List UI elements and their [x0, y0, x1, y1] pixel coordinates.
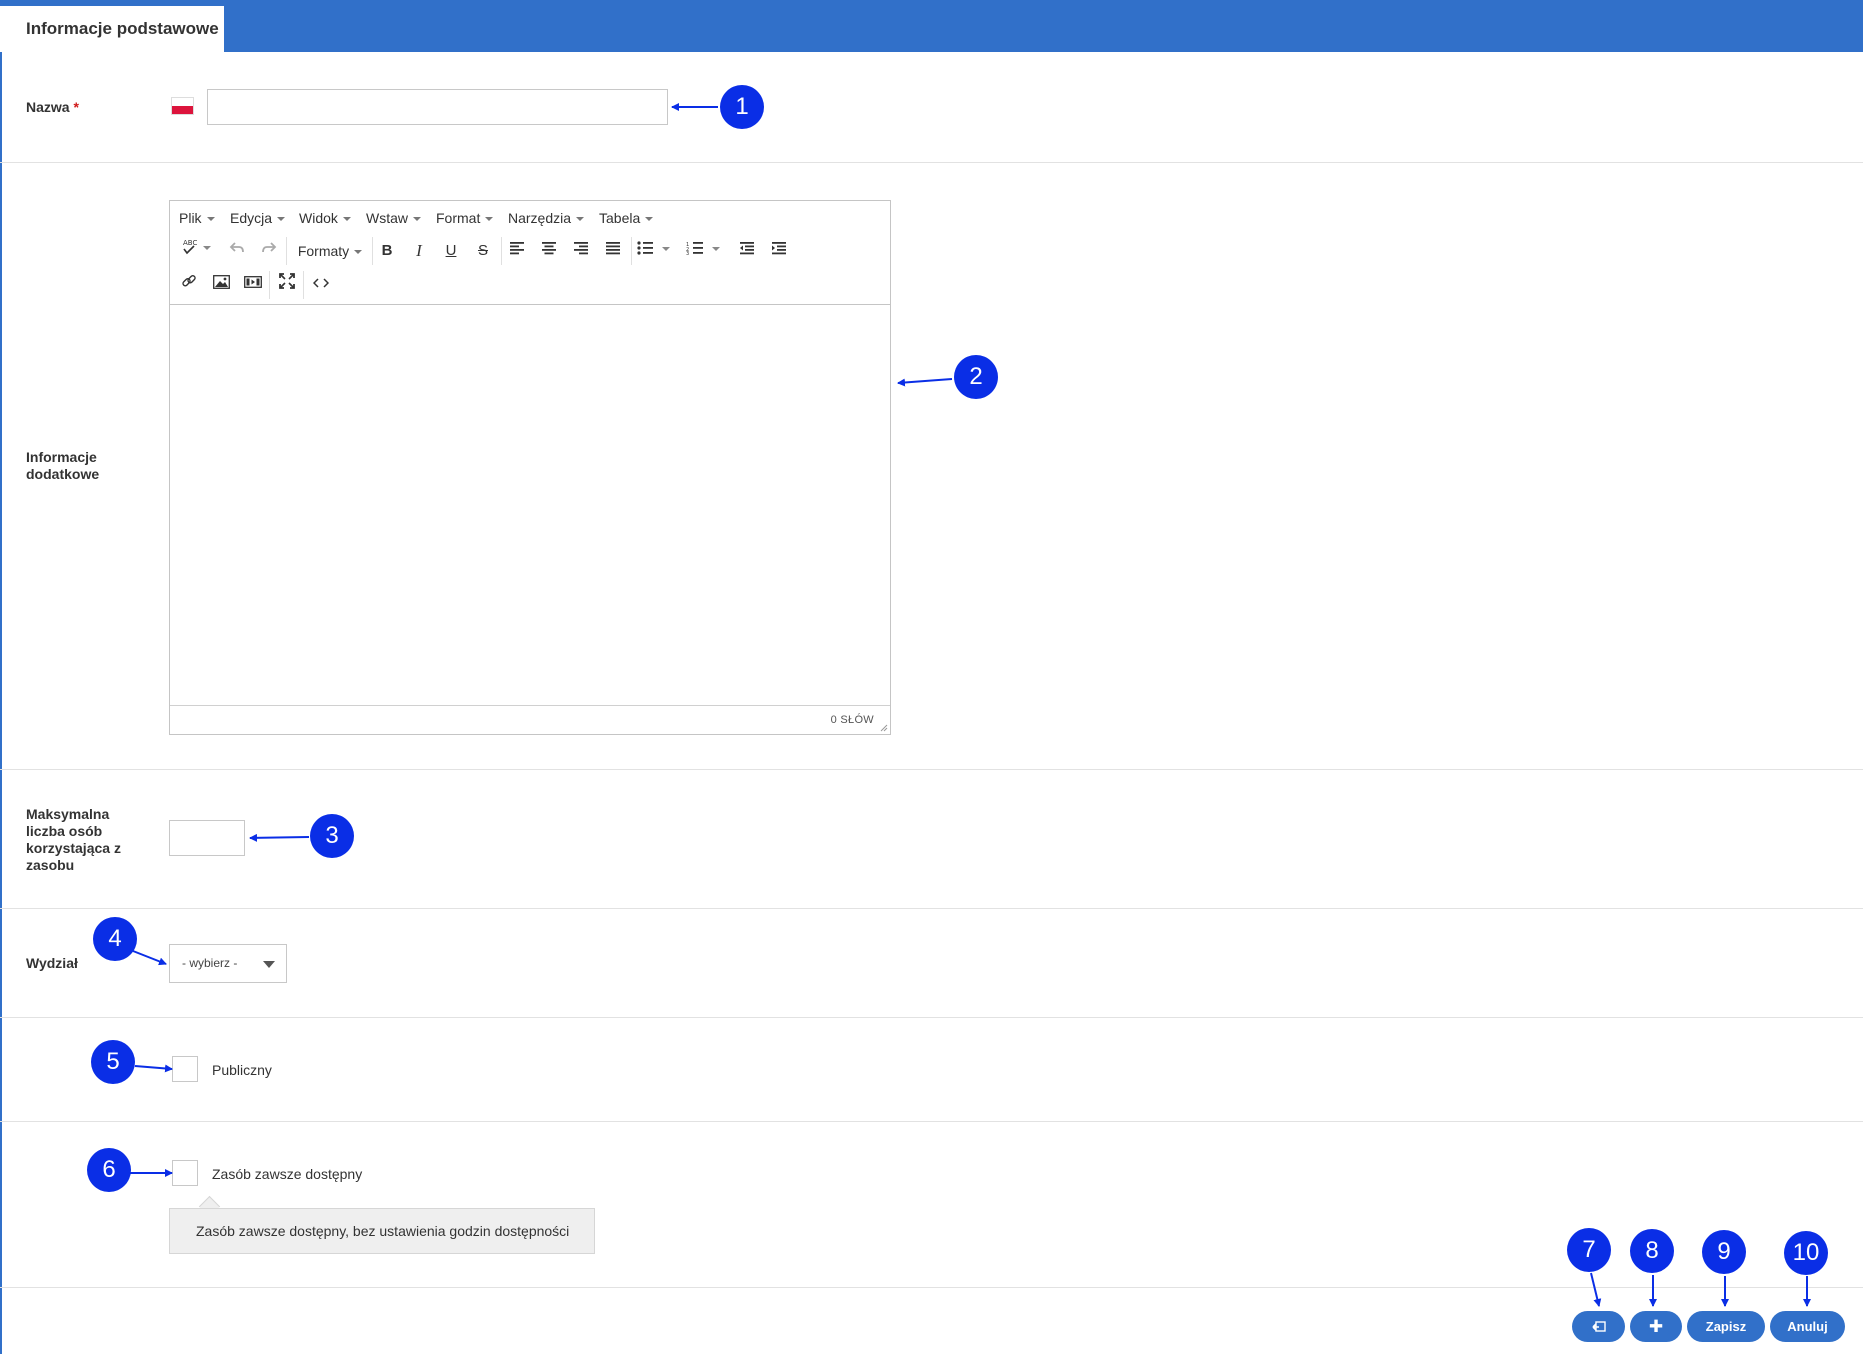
callout-badge: 5 [91, 1040, 135, 1084]
callout-badge: 6 [87, 1148, 131, 1192]
callout-badge: 3 [310, 814, 354, 858]
callout-badge: 10 [1784, 1231, 1828, 1275]
callout-arrows [130, 103, 1811, 1307]
callout-badge: 9 [1702, 1230, 1746, 1274]
callout-badge: 7 [1567, 1228, 1611, 1272]
callout-badge: 4 [93, 917, 137, 961]
callout-badge: 2 [954, 355, 998, 399]
callout-badge: 8 [1630, 1229, 1674, 1273]
callout-badge: 1 [720, 85, 764, 129]
